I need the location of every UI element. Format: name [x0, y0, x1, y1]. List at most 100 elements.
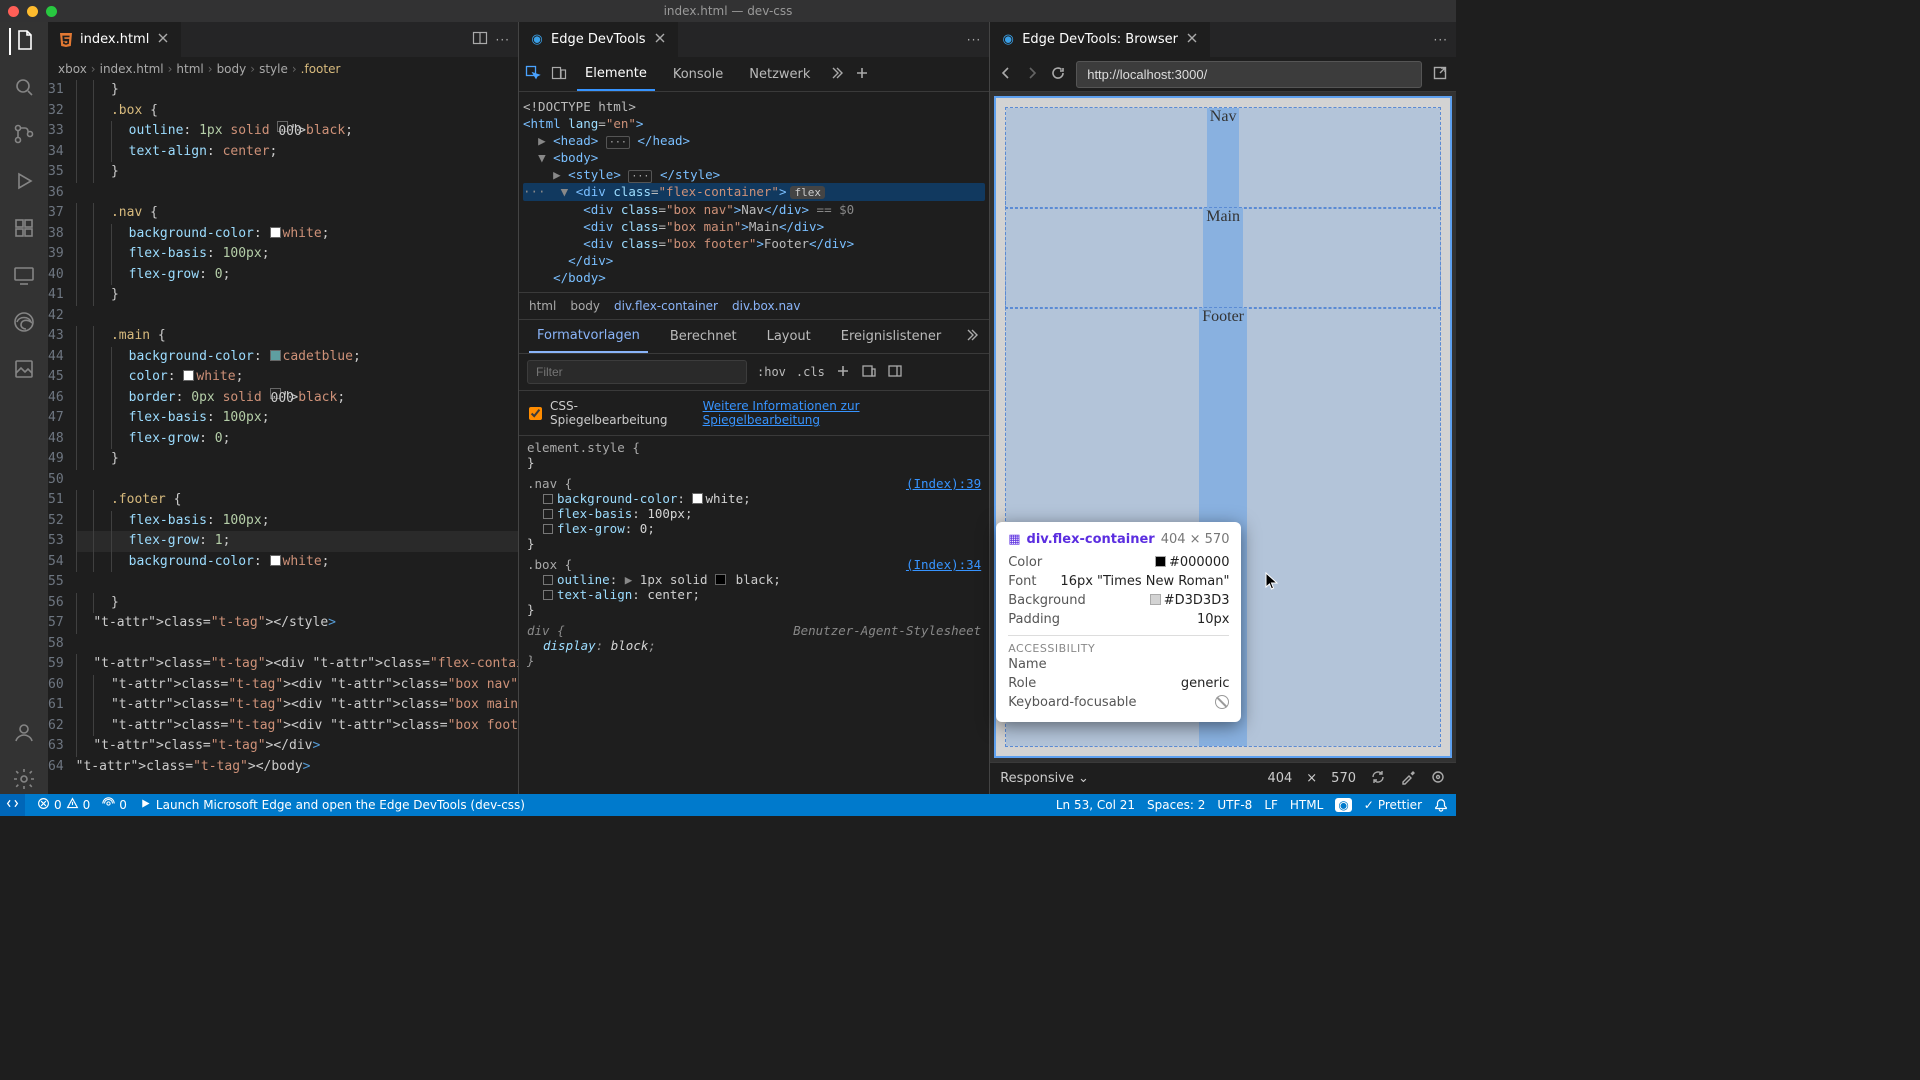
- split-editor-icon[interactable]: [472, 30, 488, 49]
- problems[interactable]: 0 0: [37, 797, 90, 813]
- edge-icon: ◉: [529, 32, 545, 48]
- launch-action[interactable]: Launch Microsoft Edge and open the Edge …: [139, 797, 525, 813]
- cursor-position[interactable]: Ln 53, Col 21: [1056, 798, 1135, 812]
- breadcrumb-item[interactable]: index.html: [100, 62, 164, 76]
- tab-label: Edge DevTools: [551, 32, 646, 47]
- subtab-styles[interactable]: Formatvorlagen: [529, 320, 648, 353]
- close-icon[interactable]: [8, 6, 19, 17]
- breadcrumbs[interactable]: xbox› index.html› html› body› style› .fo…: [48, 58, 518, 80]
- styles-filter-bar: :hov .cls: [519, 354, 989, 391]
- more-icon[interactable]: ···: [967, 33, 981, 47]
- prettier[interactable]: ✓ Prettier: [1364, 798, 1422, 812]
- chevron-right-icon[interactable]: [828, 65, 844, 84]
- browser-viewport[interactable]: Nav Main Footer ▦ div.flex-container 404…: [990, 92, 1456, 762]
- traffic-lights: [8, 6, 57, 17]
- extensions-icon[interactable]: [12, 216, 36, 243]
- device-icon[interactable]: [861, 363, 877, 382]
- error-icon: [37, 797, 50, 813]
- rotate-icon[interactable]: [1370, 769, 1386, 789]
- width-value[interactable]: 404: [1267, 771, 1292, 786]
- eyedropper-icon[interactable]: [1400, 769, 1416, 789]
- tab-elements[interactable]: Elemente: [577, 58, 655, 91]
- device-select[interactable]: Responsive ⌄: [1000, 771, 1089, 786]
- remote-icon[interactable]: [12, 263, 36, 290]
- eol[interactable]: LF: [1264, 798, 1278, 812]
- dom-breadcrumbs[interactable]: html body div.flex-container div.box.nav: [519, 292, 989, 320]
- styles-filter-input[interactable]: [527, 360, 747, 384]
- edge-icon: ◉: [1000, 32, 1016, 48]
- language-mode[interactable]: HTML: [1290, 798, 1323, 812]
- target-icon[interactable]: [1430, 769, 1446, 789]
- cls-toggle[interactable]: .cls: [796, 365, 825, 379]
- close-icon[interactable]: [652, 30, 668, 50]
- breadcrumb-item[interactable]: .footer: [301, 62, 341, 76]
- subtab-layout[interactable]: Layout: [759, 321, 819, 352]
- panel-icon[interactable]: [887, 363, 903, 382]
- status-bar: 0 0 0 Launch Microsoft Edge and open the…: [0, 794, 1456, 816]
- search-icon[interactable]: [12, 75, 36, 102]
- tab-label: Edge DevTools: Browser: [1022, 32, 1178, 47]
- inspect-icon[interactable]: [525, 65, 541, 84]
- check-icon: ✓: [1364, 798, 1374, 812]
- plus-icon[interactable]: [835, 363, 851, 382]
- back-icon[interactable]: [998, 65, 1014, 84]
- cursor-icon: [1265, 572, 1279, 593]
- ports[interactable]: 0: [102, 797, 127, 813]
- account-icon[interactable]: [12, 720, 36, 747]
- styles-panel[interactable]: element.style { } .nav {(Index):39 backg…: [519, 436, 989, 794]
- css-mirror-row: CSS-Spiegelbearbeitung Weitere Informati…: [519, 391, 989, 436]
- maximize-icon[interactable]: [46, 6, 57, 17]
- more-icon[interactable]: ···: [496, 33, 510, 47]
- more-icon[interactable]: ···: [1434, 33, 1448, 47]
- gear-icon[interactable]: [12, 767, 36, 794]
- source-control-icon[interactable]: [12, 122, 36, 149]
- browser-toolbar: [990, 58, 1456, 92]
- browser-pane: ◉ Edge DevTools: Browser ··· Nav M: [989, 22, 1456, 794]
- dom-tree[interactable]: <!DOCTYPE html> <html lang="en"> ▶ <head…: [519, 92, 989, 292]
- html-file-icon: [58, 32, 74, 48]
- subtab-computed[interactable]: Berechnet: [662, 321, 745, 352]
- css-mirror-label: CSS-Spiegelbearbeitung: [550, 399, 695, 427]
- editor-tabbar: index.html ···: [48, 22, 518, 58]
- tab-console[interactable]: Konsole: [665, 59, 731, 90]
- image-icon[interactable]: [12, 357, 36, 384]
- titlebar: index.html — dev-css: [0, 0, 1456, 22]
- breadcrumb-item[interactable]: xbox: [58, 62, 87, 76]
- open-external-icon[interactable]: [1432, 65, 1448, 84]
- chevron-right-icon[interactable]: [963, 327, 979, 346]
- css-mirror-info-link[interactable]: Weitere Informationen zur Spiegelbearbei…: [703, 399, 980, 427]
- close-icon[interactable]: [1184, 30, 1200, 50]
- subtab-listeners[interactable]: Ereignislistener: [833, 321, 949, 352]
- encoding[interactable]: UTF-8: [1217, 798, 1252, 812]
- close-icon[interactable]: [155, 30, 171, 50]
- dimension-sep: ×: [1306, 771, 1317, 786]
- remote-indicator[interactable]: [0, 794, 25, 816]
- breadcrumb-item[interactable]: html: [176, 62, 203, 76]
- hov-toggle[interactable]: :hov: [757, 365, 786, 379]
- activity-bar: [0, 22, 48, 794]
- url-input[interactable]: [1076, 61, 1422, 88]
- run-debug-icon[interactable]: [12, 169, 36, 196]
- indent[interactable]: Spaces: 2: [1147, 798, 1205, 812]
- edge-status-icon[interactable]: ◉: [1335, 798, 1351, 812]
- code-editor[interactable]: 3132333435363738394041424344454647484950…: [48, 80, 518, 794]
- notifications-icon[interactable]: [1434, 798, 1448, 812]
- css-mirror-checkbox[interactable]: [529, 407, 542, 420]
- reload-icon[interactable]: [1050, 65, 1066, 84]
- minimize-icon[interactable]: [27, 6, 38, 17]
- plus-icon[interactable]: [854, 65, 870, 84]
- window-title: index.html — dev-css: [664, 4, 793, 18]
- tab-index-html[interactable]: index.html: [48, 22, 181, 57]
- tab-network[interactable]: Netzwerk: [741, 59, 818, 90]
- tab-edge-browser[interactable]: ◉ Edge DevTools: Browser: [990, 22, 1210, 57]
- explorer-icon[interactable]: [9, 28, 37, 55]
- forward-icon[interactable]: [1024, 65, 1040, 84]
- breadcrumb-item[interactable]: body: [217, 62, 247, 76]
- tab-edge-devtools[interactable]: ◉ Edge DevTools: [519, 22, 678, 57]
- device-toggle-icon[interactable]: [551, 65, 567, 84]
- breadcrumb-item[interactable]: style: [259, 62, 288, 76]
- play-icon: [139, 797, 152, 813]
- height-value[interactable]: 570: [1331, 771, 1356, 786]
- chevron-down-icon: ⌄: [1078, 771, 1089, 786]
- edge-icon[interactable]: [12, 310, 36, 337]
